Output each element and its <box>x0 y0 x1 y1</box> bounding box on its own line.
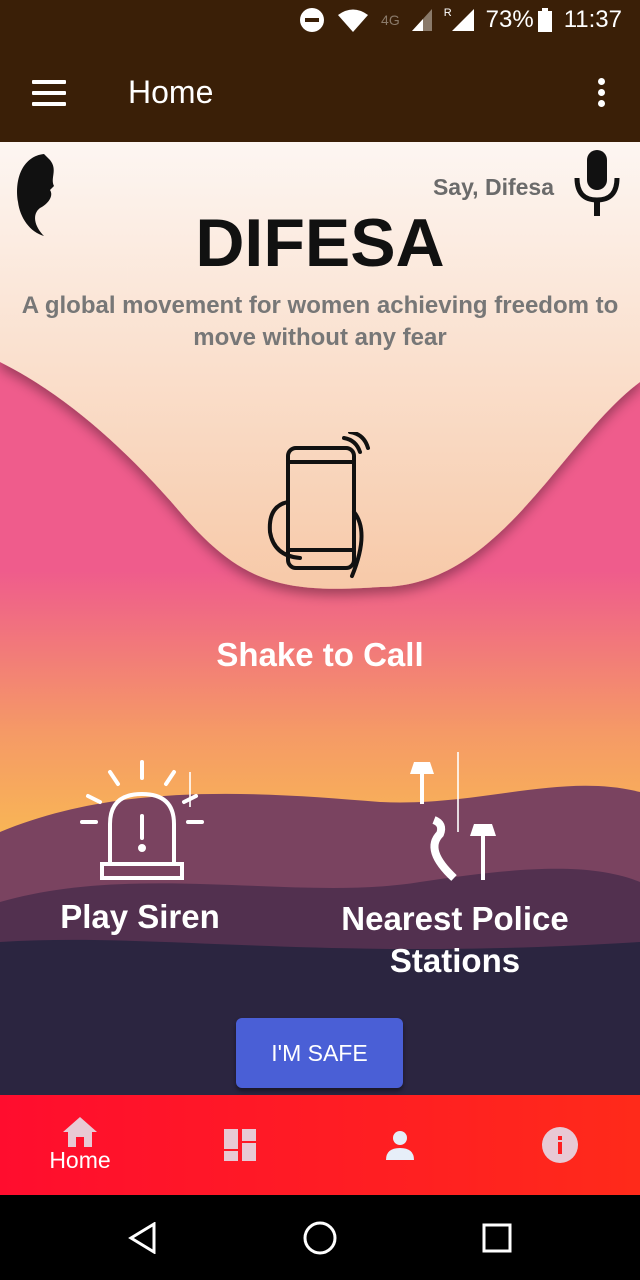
recents-icon[interactable] <box>482 1223 512 1253</box>
signal-roaming-icon <box>451 9 474 31</box>
nearest-police-stations-button[interactable]: Nearest Police Stations <box>320 754 590 984</box>
roaming-indicator: R <box>443 7 452 19</box>
network-type: 4G <box>381 12 400 28</box>
nav-home-label: Home <box>49 1146 111 1173</box>
nav-dashboard[interactable] <box>160 1095 320 1195</box>
info-icon <box>542 1127 578 1163</box>
dashboard-icon <box>224 1129 256 1161</box>
back-icon[interactable] <box>128 1222 158 1254</box>
menu-icon[interactable] <box>32 80 66 113</box>
system-navigation-bar <box>0 1195 640 1280</box>
app-bar: Home <box>0 40 640 142</box>
battery-icon <box>537 8 552 32</box>
nearest-police-stations-label: Nearest Police Stations <box>341 900 569 979</box>
shake-to-call-label: Shake to Call <box>216 636 424 673</box>
battery-percent: 73% <box>485 6 534 33</box>
im-safe-button[interactable]: I'M SAFE <box>236 1018 403 1088</box>
siren-icon <box>80 760 204 880</box>
play-siren-label: Play Siren <box>60 898 220 935</box>
home-icon <box>63 1116 97 1147</box>
do-not-disturb-icon <box>300 8 325 32</box>
status-bar: 4G R 73% 11:37 <box>0 0 640 40</box>
brand-title: DIFESA <box>195 205 445 281</box>
nav-profile[interactable] <box>320 1095 480 1195</box>
home-circle-icon[interactable] <box>303 1221 337 1255</box>
page-title: Home <box>128 74 214 110</box>
play-siren-button[interactable]: Play Siren <box>40 754 240 944</box>
tagline: A global movement for women achieving fr… <box>21 292 619 351</box>
more-options-icon[interactable] <box>598 78 606 111</box>
home-content: Say, Difesa DIFESA A global movement for… <box>0 142 640 1095</box>
signal-icon <box>411 9 432 31</box>
person-icon <box>386 1131 414 1160</box>
shake-phone-icon <box>267 432 370 578</box>
nav-info[interactable] <box>480 1095 640 1195</box>
voice-prompt: Say, Difesa <box>432 174 554 200</box>
clock: 11:37 <box>563 6 622 33</box>
shake-to-call-button[interactable]: Shake to Call <box>200 432 440 673</box>
bottom-navigation: Home <box>0 1095 640 1195</box>
wifi-icon <box>338 9 369 32</box>
map-pin-route-icon <box>410 762 496 881</box>
nav-home[interactable]: Home <box>0 1095 160 1195</box>
